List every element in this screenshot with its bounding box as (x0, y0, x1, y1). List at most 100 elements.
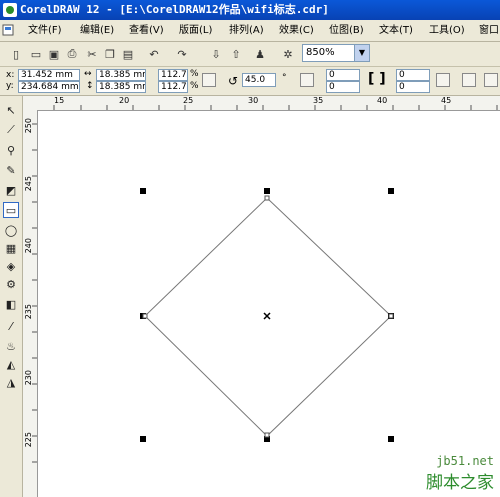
graph-paper-icon[interactable]: ▦ (3, 240, 19, 256)
x-label: x: (6, 70, 15, 80)
width-icon: ↔ (84, 69, 92, 79)
selection-handle[interactable] (388, 188, 394, 194)
h-ruler-label: 40 (377, 96, 388, 105)
rotation-angle-input[interactable]: 45.0 (242, 73, 276, 87)
text-tool-icon[interactable]: ⚙ (3, 276, 19, 292)
corner-3-input[interactable]: 0 (326, 81, 360, 93)
node-point[interactable] (142, 313, 148, 319)
open-icon[interactable]: ▭ (28, 46, 44, 62)
menu-effects[interactable]: 效果(C) (279, 20, 314, 41)
v-ruler-label: 250 (24, 118, 33, 134)
outline-width-icon[interactable] (484, 73, 498, 87)
standard-toolbar: ▯ ▭ ▣ ⎙ ✂ ❐ ▤ ↶ ↷ ⇩ ⇧ ♟ ✲ (0, 42, 500, 67)
wrap-text-icon[interactable] (462, 73, 476, 87)
horizontal-ruler[interactable]: 15 20 25 30 35 40 45 (38, 96, 500, 111)
menu-bitmaps[interactable]: 位图(B) (329, 20, 364, 41)
h-ruler-label: 30 (248, 96, 259, 105)
v-ruler-label: 225 (24, 432, 33, 448)
pick-tool-icon[interactable]: ↖ (3, 102, 19, 118)
interactive-fill-icon[interactable]: ◮ (3, 374, 19, 390)
corel-online-icon[interactable]: ✲ (280, 46, 296, 62)
selection-handle[interactable] (140, 188, 146, 194)
undo-icon[interactable]: ↶ (146, 46, 162, 62)
cut-icon[interactable]: ✂ (84, 46, 100, 62)
redo-icon[interactable]: ↷ (174, 46, 190, 62)
ellipse-tool-icon[interactable]: ◯ (3, 222, 19, 238)
watermark: jb51.net 脚本之家 (426, 454, 494, 493)
zoom-tool-icon[interactable]: ⚲ (3, 142, 19, 158)
menu-tools[interactable]: 工具(O) (429, 20, 465, 41)
h-ruler-label: 45 (441, 96, 452, 105)
menu-window[interactable]: 窗口 (479, 20, 499, 41)
new-icon[interactable]: ▯ (8, 46, 24, 62)
vertical-ruler[interactable]: 250 245 240 235 230 225 (23, 110, 38, 497)
degree-symbol: ° (282, 73, 287, 83)
menu-bar: 文件(F) 编辑(E) 查看(V) 版面(L) 排列(A) 效果(C) 位图(B… (0, 20, 500, 42)
scale-y-percent: % (190, 81, 199, 91)
h-ruler-label: 20 (119, 96, 130, 105)
application-launcher-icon[interactable]: ♟ (252, 46, 268, 62)
eyedropper-icon[interactable]: ⁄ (3, 318, 19, 334)
h-ruler-label: 35 (313, 96, 324, 105)
menu-file[interactable]: 文件(F) (28, 20, 62, 41)
menu-arrange[interactable]: 排列(A) (229, 20, 264, 41)
ruler-origin[interactable] (23, 96, 39, 111)
height-icon: ↕ (86, 81, 94, 91)
menu-text[interactable]: 文本(T) (379, 20, 413, 41)
scale-x-input[interactable]: 112.7 (158, 69, 188, 81)
zoom-level-value: 850% (306, 47, 335, 58)
y-position-input[interactable]: 234.684 mm (18, 81, 80, 93)
copy-icon[interactable]: ❐ (102, 46, 118, 62)
corner-1-input[interactable]: 0 (326, 69, 360, 81)
watermark-site: jb51.net (436, 454, 494, 468)
property-bar: x: 31.452 mm y: 234.684 mm ↔ 18.385 mm ↕… (0, 67, 500, 96)
shape-tool-icon[interactable]: ⟋ (3, 122, 19, 138)
menu-view[interactable]: 查看(V) (129, 20, 164, 41)
height-input[interactable]: 18.385 mm (96, 81, 146, 93)
smart-fill-icon[interactable]: ◩ (3, 182, 19, 198)
window-title: CorelDRAW 12 - [E:\CorelDRAW12作品\wifi标志.… (20, 3, 329, 16)
node-point[interactable] (264, 432, 270, 438)
coreldraw-app-icon[interactable] (3, 3, 17, 17)
rectangle-tool-icon[interactable]: ▭ (3, 202, 19, 218)
h-ruler-label: 25 (183, 96, 194, 105)
basic-shapes-icon[interactable]: ◈ (3, 258, 19, 274)
center-marker-icon[interactable] (263, 312, 271, 320)
menu-layout[interactable]: 版面(L) (179, 20, 212, 41)
chevron-down-icon[interactable]: ▼ (354, 45, 369, 61)
width-input[interactable]: 18.385 mm (96, 69, 146, 81)
title-bar: CorelDRAW 12 - [E:\CorelDRAW12作品\wifi标志.… (0, 0, 500, 20)
interactive-blend-icon[interactable]: ◧ (3, 296, 19, 312)
print-icon[interactable]: ⎙ (64, 46, 80, 62)
save-icon[interactable]: ▣ (46, 46, 62, 62)
round-corners-together-icon[interactable] (436, 73, 450, 87)
corner-2-input[interactable]: 0 (396, 69, 430, 81)
outline-pen-icon[interactable]: ♨ (3, 338, 19, 354)
corner-4-input[interactable]: 0 (396, 81, 430, 93)
node-point[interactable] (264, 195, 270, 201)
selection-handle[interactable] (264, 188, 270, 194)
node-point[interactable] (388, 313, 394, 319)
v-ruler-label: 240 (24, 238, 33, 254)
freehand-tool-icon[interactable]: ✎ (3, 162, 19, 178)
zoom-level-select[interactable]: 850% ▼ (302, 44, 370, 62)
scale-y-input[interactable]: 112.7 (158, 81, 188, 93)
fill-tool-icon[interactable]: ◭ (3, 356, 19, 372)
x-position-input[interactable]: 31.452 mm (18, 69, 80, 81)
canvas-svg (140, 188, 394, 442)
y-label: y: (6, 81, 14, 91)
import-icon[interactable]: ⇩ (208, 46, 224, 62)
menu-edit[interactable]: 编辑(E) (80, 20, 114, 41)
watermark-name: 脚本之家 (426, 473, 494, 493)
drawing-canvas[interactable] (38, 111, 500, 497)
selection-handle[interactable] (140, 436, 146, 442)
paste-icon[interactable]: ▤ (120, 46, 136, 62)
export-icon[interactable]: ⇧ (228, 46, 244, 62)
v-ruler-label: 235 (24, 304, 33, 320)
selection-handle[interactable] (388, 436, 394, 442)
lock-ratio-icon[interactable] (202, 73, 216, 87)
h-ruler-label: 15 (54, 96, 65, 105)
document-menu-icon[interactable] (2, 24, 14, 36)
v-ruler-label: 245 (24, 176, 33, 192)
mirror-horizontal-icon[interactable] (300, 73, 314, 87)
